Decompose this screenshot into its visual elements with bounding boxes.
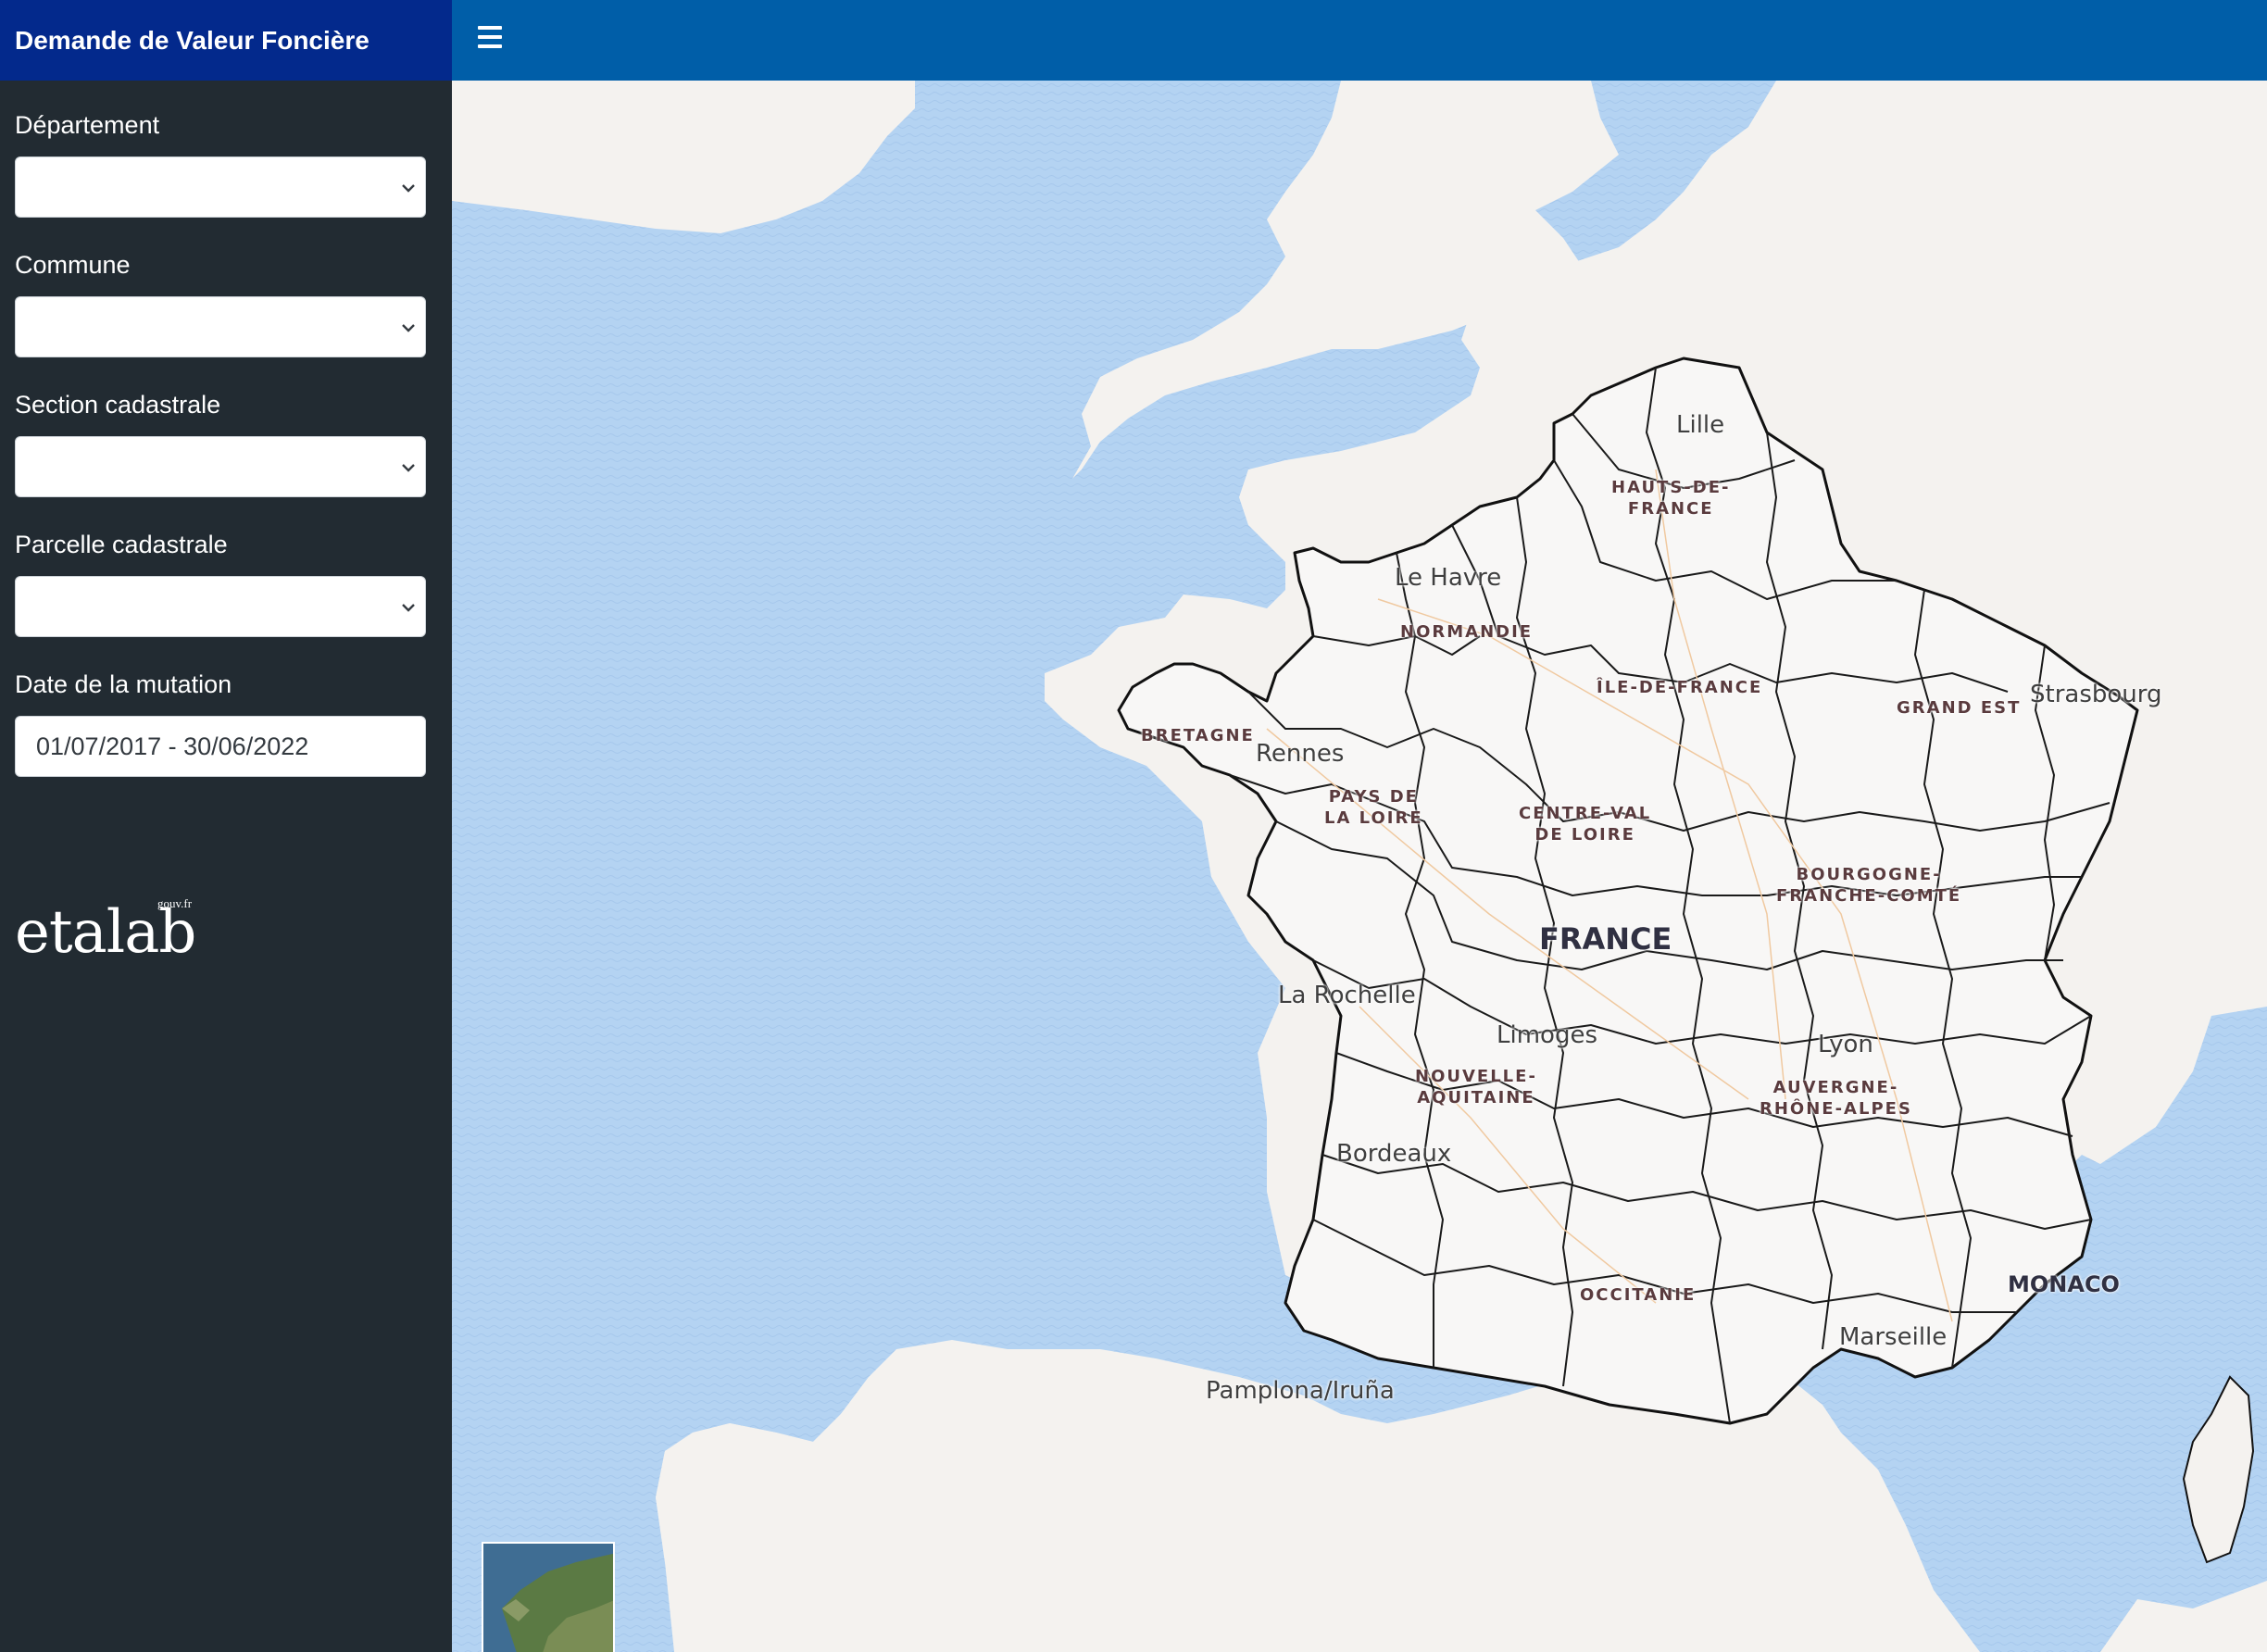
city-label: Rennes bbox=[1256, 740, 1345, 768]
logo-sup: gouv.fr bbox=[157, 896, 193, 910]
date-field: Date de la mutation 01/07/2017 - 30/06/2… bbox=[15, 672, 426, 777]
section-field: Section cadastrale bbox=[15, 393, 426, 497]
region-label: OCCITANIE bbox=[1580, 1285, 1697, 1305]
region-label: CENTRE-VAL DE LOIRE bbox=[1519, 804, 1652, 845]
section-label: Section cadastrale bbox=[15, 391, 221, 419]
satellite-thumbnail bbox=[483, 1544, 613, 1652]
city-label: Limoges bbox=[1497, 1021, 1597, 1049]
parcelle-select[interactable] bbox=[15, 576, 426, 637]
departement-label: Département bbox=[15, 111, 160, 139]
commune-select[interactable] bbox=[15, 296, 426, 357]
chevron-down-icon bbox=[402, 324, 415, 332]
commune-label: Commune bbox=[15, 251, 131, 279]
city-label: Bordeaux bbox=[1336, 1140, 1452, 1168]
map-canvas bbox=[452, 81, 2267, 1652]
chevron-down-icon bbox=[402, 604, 415, 612]
country-label: FRANCE bbox=[1539, 921, 1672, 957]
region-label: BOURGOGNE- FRANCHE-COMTÉ bbox=[1776, 865, 1962, 906]
satellite-layer-toggle[interactable] bbox=[482, 1542, 615, 1652]
region-label: HAUTS-DE- FRANCE bbox=[1611, 478, 1731, 519]
region-label: ÎLE-DE-FRANCE bbox=[1597, 678, 1763, 697]
chevron-down-icon bbox=[402, 184, 415, 193]
section-select[interactable] bbox=[15, 436, 426, 497]
departement-field: Département bbox=[15, 113, 426, 218]
city-label: Strasbourg bbox=[2030, 681, 2162, 708]
parcelle-field: Parcelle cadastrale bbox=[15, 532, 426, 637]
date-range-input[interactable]: 01/07/2017 - 30/06/2022 bbox=[15, 716, 426, 777]
city-label: Pamplona/Iruña bbox=[1206, 1377, 1395, 1405]
region-label: AUVERGNE- RHÔNE-ALPES bbox=[1760, 1078, 1912, 1119]
city-label: Lyon bbox=[1818, 1031, 1873, 1058]
region-label: BRETAGNE bbox=[1141, 726, 1255, 745]
chevron-down-icon bbox=[402, 464, 415, 472]
region-label: PAYS DE LA LOIRE bbox=[1324, 787, 1423, 828]
top-bar bbox=[452, 0, 2267, 81]
sidebar: Demande de Valeur Foncière Département C… bbox=[0, 0, 452, 1652]
app-title: Demande de Valeur Foncière bbox=[0, 0, 452, 81]
city-label: Marseille bbox=[1839, 1323, 1948, 1351]
region-label: GRAND EST bbox=[1897, 698, 2022, 718]
commune-field: Commune bbox=[15, 253, 426, 357]
hamburger-menu-icon[interactable] bbox=[478, 26, 502, 52]
region-label: NOUVELLE- AQUITAINE bbox=[1415, 1067, 1537, 1108]
departement-select[interactable] bbox=[15, 156, 426, 218]
city-label: Lille bbox=[1676, 411, 1725, 439]
monaco-label: MONACO bbox=[2008, 1271, 2120, 1297]
parcelle-label: Parcelle cadastrale bbox=[15, 531, 228, 558]
date-label: Date de la mutation bbox=[15, 670, 232, 698]
city-label: La Rochelle bbox=[1278, 982, 1416, 1009]
region-label: NORMANDIE bbox=[1400, 622, 1534, 642]
city-label: Le Havre bbox=[1395, 564, 1502, 592]
map-view[interactable]: Lille Le Havre Rennes Strasbourg La Roch… bbox=[452, 81, 2267, 1652]
etalab-logo[interactable]: etalab gouv.fr bbox=[15, 896, 196, 967]
